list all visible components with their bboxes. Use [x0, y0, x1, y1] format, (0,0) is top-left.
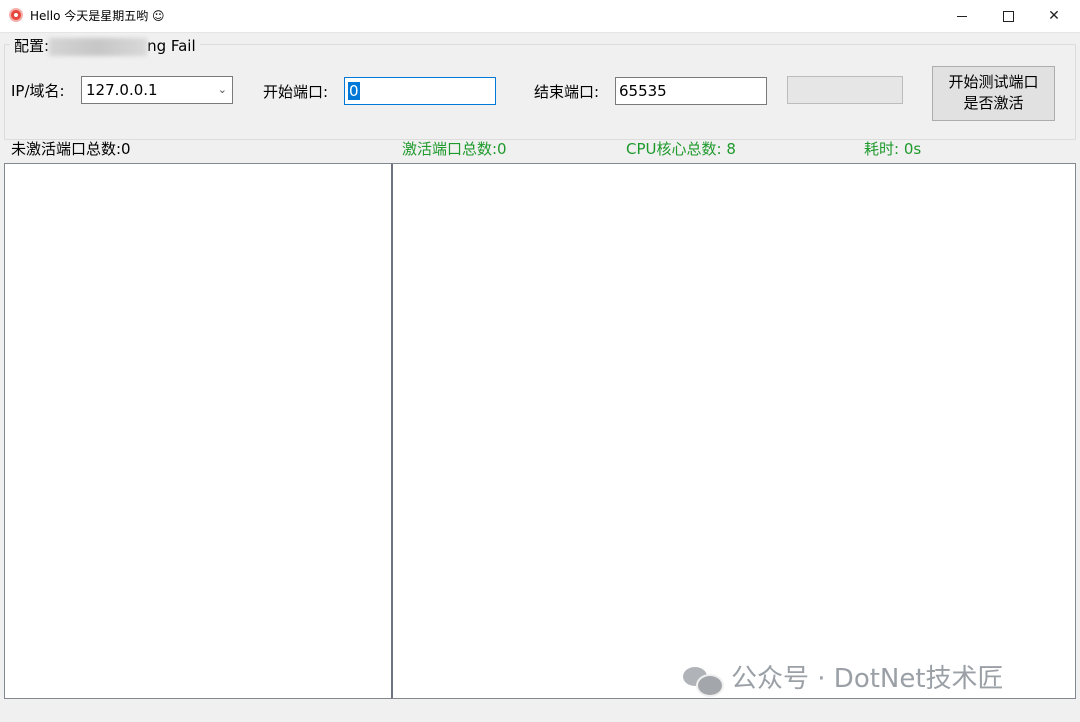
- ip-label: IP/域名:: [11, 82, 65, 100]
- watermark-text: 公众号 · DotNet技术匠: [731, 664, 1004, 694]
- close-button[interactable]: ✕: [1030, 0, 1078, 32]
- ip-value: 127.0.0.1: [86, 81, 158, 99]
- start-test-button-line1: 开始测试端口: [948, 73, 1039, 91]
- redacted-blur: [49, 37, 148, 56]
- inactive-count: 未激活端口总数:0: [11, 140, 131, 158]
- maximize-icon: [1002, 10, 1014, 22]
- active-ports-list[interactable]: [391, 163, 1076, 699]
- wechat-bubble-front: [696, 673, 724, 697]
- app-icon: [9, 8, 23, 22]
- end-port-value: 65535: [619, 82, 667, 100]
- config-legend-prefix: 配置:: [14, 37, 50, 55]
- chevron-down-icon[interactable]: ⌄: [218, 77, 227, 103]
- watermark: 公众号 · DotNet技术匠: [683, 662, 1004, 697]
- ip-combobox[interactable]: 127.0.0.1 ⌄: [81, 76, 233, 104]
- start-test-button-line2: 是否激活: [963, 94, 1024, 112]
- start-port-label: 开始端口:: [263, 83, 329, 101]
- config-legend-suffix: ng Fail: [147, 37, 196, 55]
- title-bar: Hello 今天是星期五哟 ☺ ✕: [0, 0, 1080, 33]
- cpu-count: CPU核心总数: 8: [626, 140, 736, 158]
- minimize-icon: [957, 15, 967, 17]
- progress-bar: [787, 76, 903, 104]
- minimize-button[interactable]: [938, 0, 986, 32]
- window-title: Hello 今天是星期五哟 ☺: [30, 9, 165, 23]
- start-port-value: 0: [348, 82, 360, 100]
- maximize-button[interactable]: [984, 0, 1032, 32]
- wechat-icon: [683, 665, 724, 697]
- start-test-button[interactable]: 开始测试端口 是否激活: [932, 66, 1055, 121]
- config-legend: 配置: ng Fail: [10, 36, 200, 56]
- end-port-label: 结束端口:: [534, 83, 600, 101]
- end-port-input[interactable]: 65535: [615, 77, 767, 105]
- start-port-input[interactable]: 0: [344, 77, 496, 105]
- inactive-ports-list[interactable]: [4, 163, 392, 699]
- elapsed-time: 耗时: 0s: [864, 140, 922, 158]
- close-icon: ✕: [1048, 8, 1060, 24]
- active-count: 激活端口总数:0: [402, 140, 507, 158]
